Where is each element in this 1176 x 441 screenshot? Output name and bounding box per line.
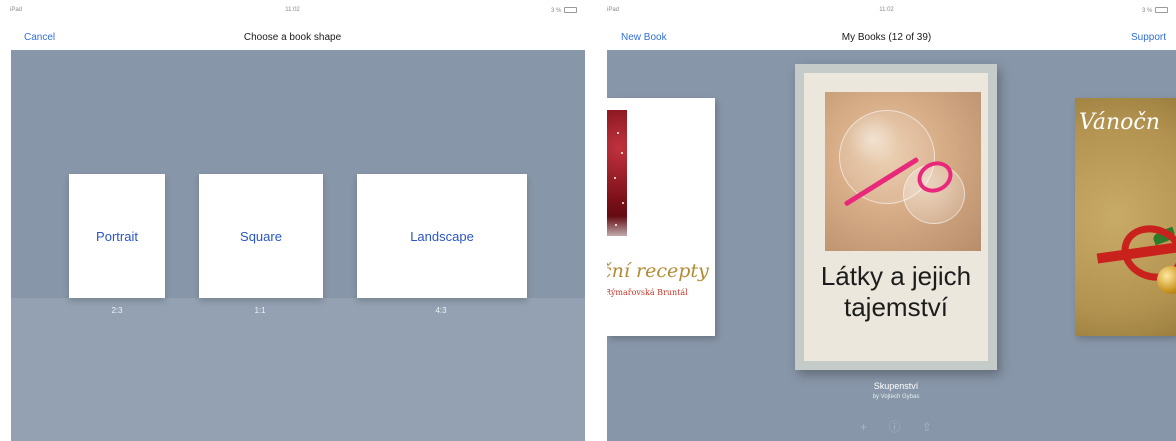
book-author: by Vojtech Gybas [872,394,920,400]
navigation-bar: New Book My Books (12 of 39) Support [597,22,1176,50]
book-cover-title: ční recepty [607,260,709,282]
book-cover-subtitle: Rýmařovská Bruntál [607,288,688,297]
plus-icon[interactable]: + [860,420,867,434]
cover-photo [825,92,981,251]
my-books-screen: iPad 11:02 3 % New Book My Books (12 of … [597,0,1176,441]
battery-indicator: 3 % [551,7,577,14]
page-title: My Books (12 of 39) [841,32,932,43]
landscape-shape-card[interactable]: Landscape [357,174,527,298]
status-bar: iPad 11:02 3 % [0,0,585,22]
book-cover-previous[interactable]: ční recepty Rýmařovská Bruntál [607,98,715,336]
battery-percent: 3 % [550,8,562,14]
stage-floor [11,298,585,441]
ornament-ball [1157,266,1176,294]
battery-icon [564,7,577,13]
book-cover-title: Látky a jejich tajemství [820,261,972,322]
book-cover-title: Vánočn [1079,110,1160,135]
status-bar: iPad 11:02 3 % [597,0,1176,22]
square-shape-card[interactable]: Square [199,174,323,298]
battery-percent: 3 % [1141,8,1153,14]
book-actions: + ⓘ ⇧ [795,418,997,435]
share-icon[interactable]: ⇧ [922,420,932,434]
shape-stage: Portrait 2:3 Square 1:1 Landscape 4:3 [11,50,585,441]
book-cover-next[interactable]: Vánočn [1075,98,1176,336]
book-name: Skupenství [873,381,919,391]
portrait-shape-card[interactable]: Portrait [69,174,165,298]
support-button[interactable]: Support [1131,32,1166,43]
battery-indicator: 3 % [1142,7,1168,14]
book-cover-current[interactable]: Látky a jejich tajemství [795,64,997,370]
portrait-label: Portrait [96,228,138,244]
book-carousel[interactable]: ční recepty Rýmařovská Bruntál Látky a j… [607,50,1176,441]
landscape-ratio: 4:3 [435,306,447,315]
info-icon[interactable]: ⓘ [888,418,900,435]
square-label: Square [240,228,282,244]
cover-fade [607,216,627,246]
clock: 11:02 [285,7,300,13]
cover-paper: Látky a jejich tajemství [804,73,988,361]
clock: 11:02 [879,7,894,13]
navigation-bar: Cancel Choose a book shape [0,22,585,50]
landscape-label: Landscape [410,228,474,244]
square-ratio: 1:1 [254,306,266,315]
page-title: Choose a book shape [243,32,342,43]
portrait-ratio: 2:3 [111,306,123,315]
choose-shape-screen: iPad 11:02 3 % Cancel Choose a book shap… [0,0,585,441]
battery-icon [1155,7,1168,13]
